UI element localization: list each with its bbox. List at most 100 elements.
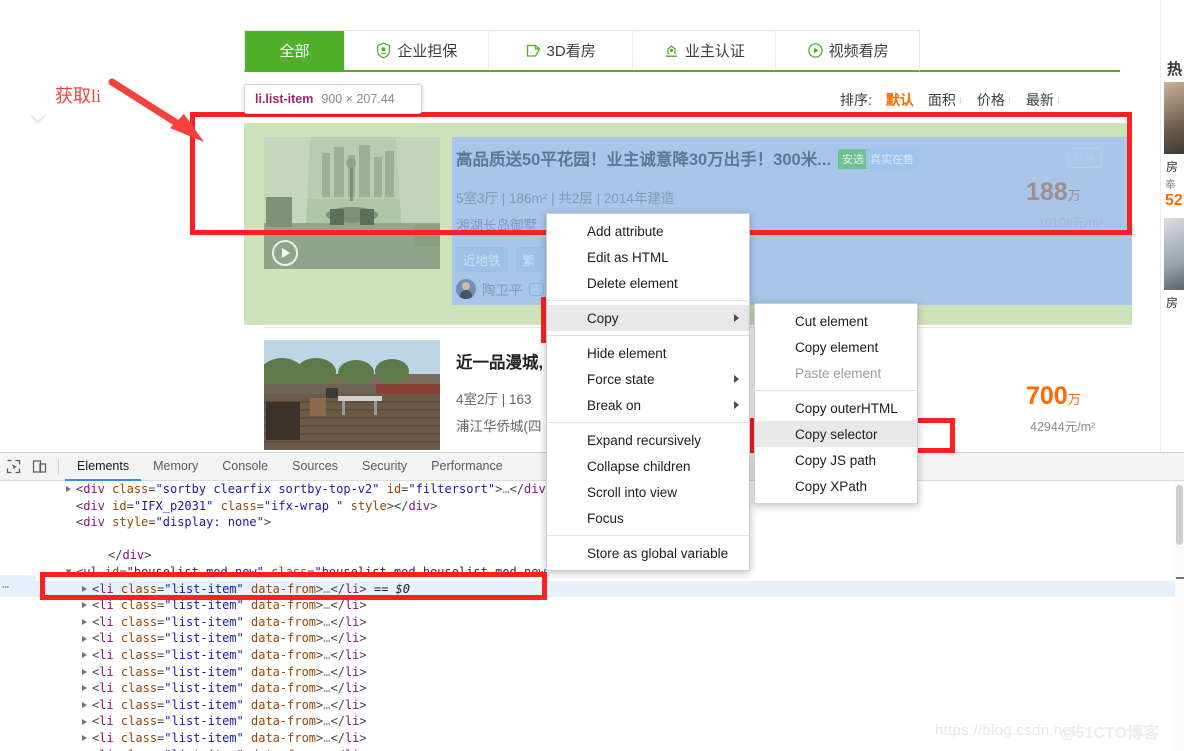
menu-item-store-as-global-variable[interactable]: Store as global variable — [547, 540, 749, 566]
tab-owner-verified[interactable]: 业主认证 — [633, 31, 777, 70]
dom-token: … — [323, 665, 330, 679]
menu-item-collapse-children[interactable]: Collapse children — [547, 453, 749, 479]
dom-row[interactable]: <li class="list-item" data-from>…</li> — [0, 664, 1184, 681]
menu-item-copy-element[interactable]: Copy element — [755, 334, 917, 360]
dom-row[interactable]: <li class="list-item" data-from>…</li> — [0, 697, 1184, 714]
tab-console[interactable]: Console — [210, 453, 280, 481]
listing-2-title[interactable]: 近一品漫城, — [456, 349, 543, 373]
menu-item-copy-xpath[interactable]: Copy XPath — [755, 473, 917, 499]
expand-triangle-closed-icon[interactable] — [82, 680, 91, 697]
tab-owner-verified-label: 业主认证 — [685, 40, 745, 61]
menu-item-break-on[interactable]: Break on — [547, 392, 749, 418]
tab-all[interactable]: 全部 — [245, 31, 345, 70]
expand-triangle-closed-icon[interactable] — [82, 630, 91, 647]
dom-token: > — [359, 731, 366, 745]
rail-price-1: 52 — [1165, 192, 1183, 210]
sort-option-area[interactable]: 面积 ↓ — [928, 90, 963, 110]
dom-row[interactable]: <li class="list-item" data-from>…</li> — [0, 614, 1184, 631]
dom-token: id — [387, 482, 401, 496]
dom-token — [114, 648, 121, 662]
owner-icon — [663, 42, 680, 59]
expand-triangle-closed-icon[interactable] — [82, 664, 91, 681]
dom-token: … — [323, 714, 330, 728]
listing-2-unit-price: 42944元/m² — [1030, 416, 1095, 435]
menu-item-copy-element-label: Copy element — [795, 340, 878, 355]
tab-memory[interactable]: Memory — [141, 453, 210, 481]
menu-item-copy-label: Copy — [587, 311, 619, 326]
expand-triangle-closed-icon[interactable] — [82, 730, 91, 747]
expand-triangle-closed-icon[interactable] — [82, 713, 91, 730]
menu-item-copy-outerhtml[interactable]: Copy outerHTML — [755, 395, 917, 421]
dom-token: li — [345, 665, 359, 679]
dom-token — [213, 499, 220, 513]
dom-token — [379, 482, 386, 496]
dom-token: data-from — [251, 698, 316, 712]
copy-submenu[interactable]: Cut element Copy element Paste element C… — [754, 303, 918, 504]
expand-triangle-closed-icon[interactable] — [66, 481, 75, 498]
dom-token: </ — [331, 748, 345, 751]
tab-enterprise-guarantee[interactable]: 企业担保 — [345, 31, 489, 70]
sort-option-price[interactable]: 价格 ↑ — [977, 90, 1012, 110]
dom-row-right-marker — [1176, 577, 1184, 579]
dom-token: li — [345, 648, 359, 662]
menu-separator-1 — [547, 300, 749, 301]
sort-option-newest[interactable]: 最新 ↓ — [1026, 90, 1061, 110]
rail-thumbnail-2[interactable] — [1164, 218, 1184, 290]
menu-item-expand-recursively[interactable]: Expand recursively — [547, 427, 749, 453]
dom-token: </ — [331, 698, 345, 712]
menu-item-add-attribute[interactable]: Add attribute — [547, 218, 749, 244]
menu-item-copy-selector[interactable]: Copy selector — [755, 421, 917, 447]
expand-triangle-closed-icon[interactable] — [82, 747, 91, 751]
tab-video-view[interactable]: 视频看房 — [776, 31, 919, 70]
menu-item-copy-js-path[interactable]: Copy JS path — [755, 447, 917, 473]
sort-option-default[interactable]: 默认 — [886, 90, 914, 110]
menu-item-copy[interactable]: Copy — [547, 305, 749, 331]
device-toolbar-icon[interactable] — [26, 454, 52, 480]
dom-token: data-from — [251, 714, 316, 728]
menu-item-cut-element[interactable]: Cut element — [755, 308, 917, 334]
dom-row[interactable]: <li class="list-item" data-from>…</li> — [0, 630, 1184, 647]
tooltip-dimensions: 900 × 207.44 — [321, 92, 394, 106]
menu-item-hide-element[interactable]: Hide element — [547, 340, 749, 366]
dom-scrollbar-thumb[interactable] — [1176, 485, 1183, 545]
dom-token: class — [121, 631, 157, 645]
dom-token: li — [345, 731, 359, 745]
dom-token — [343, 499, 350, 513]
menu-item-edit-as-html[interactable]: Edit as HTML — [547, 244, 749, 270]
expand-triangle-closed-icon[interactable] — [82, 697, 91, 714]
menu-item-force-state[interactable]: Force state — [547, 366, 749, 392]
listing-2-community[interactable]: 浦江华侨城(四 — [456, 415, 542, 435]
dom-token: id — [112, 499, 126, 513]
rail-thumbnail-1[interactable] — [1164, 82, 1184, 154]
dom-row[interactable]: <li class="list-item" data-from>…</li> — [0, 747, 1184, 751]
dom-token: "list-item" — [164, 648, 243, 662]
menu-separator-4 — [547, 535, 749, 536]
dom-row[interactable]: <li class="list-item" data-from>…</li> — [0, 647, 1184, 664]
dom-token: … — [323, 598, 330, 612]
expand-triangle-closed-icon[interactable] — [82, 647, 91, 664]
tab-sources[interactable]: Sources — [280, 453, 350, 481]
dom-token: > — [144, 548, 151, 562]
chat-icon[interactable] — [529, 283, 544, 296]
listing-1-agent[interactable]: 陶卫平 — [456, 279, 544, 299]
menu-item-focus[interactable]: Focus — [547, 505, 749, 531]
expand-triangle-closed-icon[interactable] — [82, 614, 91, 631]
devtools-context-menu[interactable]: Add attribute Edit as HTML Delete elemen… — [546, 213, 750, 571]
inspect-element-icon[interactable] — [0, 454, 26, 480]
dom-token: </ — [331, 631, 345, 645]
dom-row[interactable]: <li class="list-item" data-from>…</li> — [0, 680, 1184, 697]
play-button-icon[interactable] — [272, 240, 298, 266]
dom-token — [114, 698, 121, 712]
tab-3d-view[interactable]: 3D看房 — [489, 31, 633, 70]
dom-token: "list-item" — [164, 681, 243, 695]
tab-security[interactable]: Security — [350, 453, 419, 481]
listing-2-thumbnail[interactable] — [264, 340, 440, 450]
dom-scrollbar[interactable] — [1175, 481, 1184, 751]
menu-item-scroll-into-view[interactable]: Scroll into view — [547, 479, 749, 505]
dom-token: "ifx-wrap " — [264, 499, 343, 513]
dom-token: > — [359, 665, 366, 679]
tab-performance[interactable]: Performance — [419, 453, 515, 481]
tab-elements[interactable]: Elements — [65, 453, 141, 481]
menu-item-delete-element[interactable]: Delete element — [547, 270, 749, 296]
dom-token: div — [408, 499, 430, 513]
